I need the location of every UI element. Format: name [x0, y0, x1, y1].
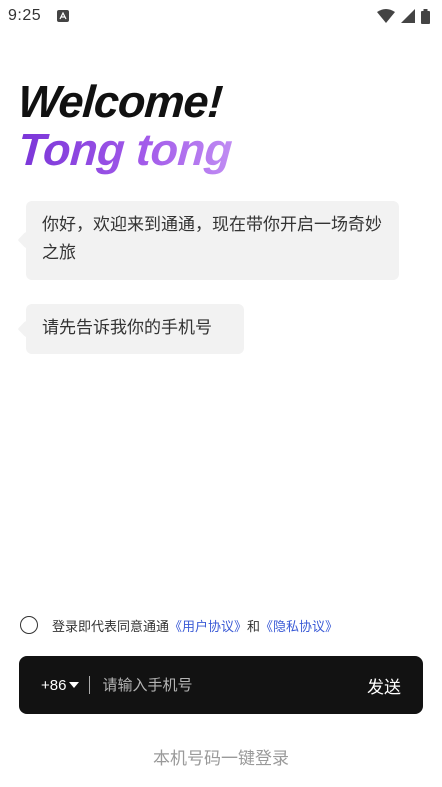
signal-icon: [401, 9, 415, 23]
agreement-row: 登录即代表同意通通 《用户协议》 和 《隐私协议》: [20, 614, 338, 636]
welcome-title: Welcome!: [16, 76, 224, 127]
android-notification-icon: [57, 10, 70, 22]
phone-login-bar: +86 发送: [19, 656, 423, 714]
divider: [89, 676, 91, 694]
caret-down-icon: [69, 682, 80, 688]
battery-icon: [421, 8, 430, 24]
agreement-checkbox[interactable]: [20, 616, 38, 634]
country-code: +86: [41, 676, 67, 694]
country-code-selector[interactable]: +86: [41, 677, 89, 694]
one-click-login-button[interactable]: 本机号码一键登录: [0, 744, 442, 769]
privacy-policy-link[interactable]: 《隐私协议》: [260, 616, 338, 635]
agreement-prefix: 登录即代表同意通通: [52, 619, 170, 635]
status-time: 9:25: [8, 7, 42, 24]
user-agreement-link[interactable]: 《用户协议》: [169, 616, 247, 635]
send-button[interactable]: 发送: [367, 673, 401, 698]
agreement-joiner: 和: [247, 619, 261, 635]
status-icons: [377, 8, 430, 24]
chat-bubble-ask-phone: 请先告诉我你的手机号: [26, 304, 244, 354]
status-bar: 9:25: [0, 0, 442, 32]
wifi-icon: [377, 9, 395, 23]
phone-input[interactable]: [100, 675, 367, 695]
chat-bubble-welcome: 你好，欢迎来到通通，现在带你开启一场奇妙之旅: [26, 201, 399, 280]
brand-title: Tong tong: [16, 124, 234, 175]
